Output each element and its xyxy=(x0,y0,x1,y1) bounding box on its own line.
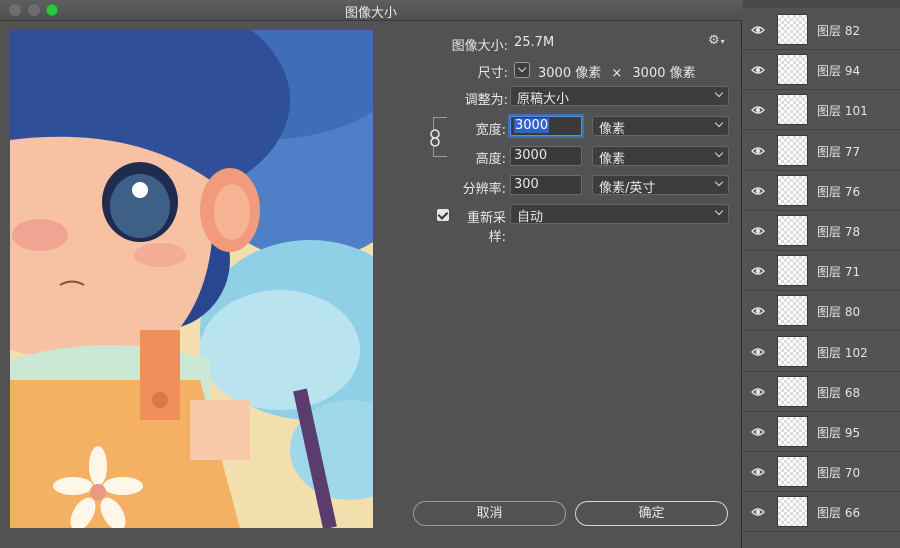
width-input[interactable]: 3000 xyxy=(510,116,582,136)
gear-icon[interactable]: ⚙▾ xyxy=(708,33,725,48)
layer-thumbnail xyxy=(777,255,808,287)
layer-name: 图层 68 xyxy=(817,385,861,400)
image-size-dialog: 图像大小 图像大小: 25.7M ⚙▾ 尺寸: 3000 像素 × 3000 像… xyxy=(0,0,742,548)
width-value: 3000 xyxy=(514,118,550,133)
layer-thumbnail xyxy=(777,375,808,407)
layer-name: 图层 77 xyxy=(817,144,861,159)
layer-name: 图层 76 xyxy=(817,184,861,199)
dimensions-label: 尺寸: xyxy=(477,66,508,81)
height-value: 3000 xyxy=(514,148,548,163)
eye-icon[interactable] xyxy=(751,224,765,238)
chain-link-icon[interactable] xyxy=(428,129,442,147)
chevron-down-icon xyxy=(714,148,724,158)
title-bar: 图像大小 xyxy=(0,0,742,21)
layer-name: 图层 101 xyxy=(817,104,868,119)
layer-row[interactable]: 图层 70 xyxy=(743,452,900,493)
resolution-input[interactable]: 300 xyxy=(510,175,582,195)
image-size-label: 图像大小: xyxy=(451,39,508,54)
chevron-down-icon xyxy=(714,177,724,187)
eye-icon[interactable] xyxy=(751,304,765,318)
width-label: 宽度: xyxy=(475,123,506,138)
layer-name: 图层 94 xyxy=(817,64,861,79)
layer-thumbnail xyxy=(777,54,808,86)
width-unit-value: 像素 xyxy=(599,122,626,137)
width-unit-select[interactable]: 像素 xyxy=(592,116,729,137)
layer-name: 图层 95 xyxy=(817,426,861,440)
eye-icon[interactable] xyxy=(751,63,765,77)
layer-row[interactable]: 图层 80 xyxy=(743,291,900,332)
layer-row[interactable]: 图层 76 xyxy=(743,171,900,211)
layer-thumbnail xyxy=(777,14,808,45)
eye-icon[interactable] xyxy=(751,385,765,399)
resolution-unit-select[interactable]: 像素/英寸 xyxy=(592,175,729,196)
layer-name: 图层 102 xyxy=(817,345,868,360)
dimensions-height: 3000 像素 xyxy=(632,66,696,81)
panel-header-strip xyxy=(743,0,900,8)
layer-name: 图层 80 xyxy=(817,305,861,320)
dimensions-width: 3000 像素 xyxy=(538,66,602,81)
fit-to-select[interactable]: 原稿大小 xyxy=(510,86,729,107)
layer-name: 图层 82 xyxy=(817,24,861,38)
layer-row[interactable]: 图层 82 xyxy=(743,10,900,50)
resample-select[interactable]: 自动 xyxy=(510,204,729,225)
preview-illustration xyxy=(10,30,373,528)
eye-icon[interactable] xyxy=(751,505,765,519)
fit-to-label: 调整为: xyxy=(464,93,508,108)
layer-thumbnail xyxy=(777,335,808,367)
layer-row[interactable]: 图层 77 xyxy=(743,131,900,171)
height-input[interactable]: 3000 xyxy=(510,146,582,166)
layers-panel: 图层 82 图层 94 图层 101 图层 77 图层 76 图层 78 图层 71 图层 8… xyxy=(743,0,900,548)
image-size-value: 25.7M xyxy=(514,35,555,50)
chevron-down-icon xyxy=(714,88,724,98)
height-unit-value: 像素 xyxy=(599,152,626,167)
layer-thumbnail xyxy=(777,94,808,126)
resample-checkbox[interactable] xyxy=(437,209,449,221)
layer-thumbnail xyxy=(777,215,808,246)
layer-row[interactable]: 图层 102 xyxy=(743,332,900,372)
layer-row[interactable]: 图层 68 xyxy=(743,372,900,412)
layer-thumbnail xyxy=(777,456,808,488)
layer-name: 图层 78 xyxy=(817,225,861,239)
layer-thumbnail xyxy=(777,295,808,327)
layer-row[interactable]: 图层 71 xyxy=(743,251,900,292)
eye-icon[interactable] xyxy=(751,103,765,117)
layer-row[interactable]: 图层 94 xyxy=(743,50,900,91)
chevron-down-icon xyxy=(714,118,724,128)
resolution-label: 分辨率: xyxy=(462,182,506,197)
eye-icon[interactable] xyxy=(751,345,765,359)
dimensions-separator: × xyxy=(611,66,623,81)
window-title: 图像大小 xyxy=(344,6,397,21)
layer-name: 图层 70 xyxy=(817,466,861,481)
layer-name: 图层 66 xyxy=(817,506,861,521)
layer-name: 图层 71 xyxy=(817,265,861,280)
dimensions-unit-dropdown[interactable] xyxy=(514,62,530,78)
height-label: 高度: xyxy=(475,152,506,167)
eye-icon[interactable] xyxy=(751,264,765,278)
resolution-value: 300 xyxy=(514,177,539,192)
layer-thumbnail xyxy=(777,134,808,166)
eye-icon[interactable] xyxy=(751,144,765,158)
resolution-unit-value: 像素/英寸 xyxy=(599,181,656,196)
layer-row[interactable]: 图层 95 xyxy=(743,412,900,452)
eye-icon[interactable] xyxy=(751,465,765,479)
eye-icon[interactable] xyxy=(751,425,765,439)
cancel-button[interactable]: 取消 xyxy=(413,501,566,526)
layer-row[interactable]: 图层 101 xyxy=(743,90,900,131)
layer-row[interactable]: 图层 66 xyxy=(743,492,900,533)
image-preview[interactable] xyxy=(10,30,373,528)
fit-to-value: 原稿大小 xyxy=(517,92,570,107)
ok-button[interactable]: 确定 xyxy=(575,501,728,526)
eye-icon[interactable] xyxy=(751,23,765,37)
layer-thumbnail xyxy=(777,496,808,528)
layer-row[interactable]: 图层 78 xyxy=(743,211,900,251)
layer-thumbnail xyxy=(777,174,808,206)
height-unit-select[interactable]: 像素 xyxy=(592,146,729,167)
resample-label: 重新采样: xyxy=(466,211,506,245)
chevron-down-icon xyxy=(714,206,724,216)
resample-value: 自动 xyxy=(517,210,544,225)
layer-thumbnail xyxy=(777,416,808,447)
dimensions-value: 3000 像素 × 3000 像素 xyxy=(538,62,696,81)
eye-icon[interactable] xyxy=(751,184,765,198)
